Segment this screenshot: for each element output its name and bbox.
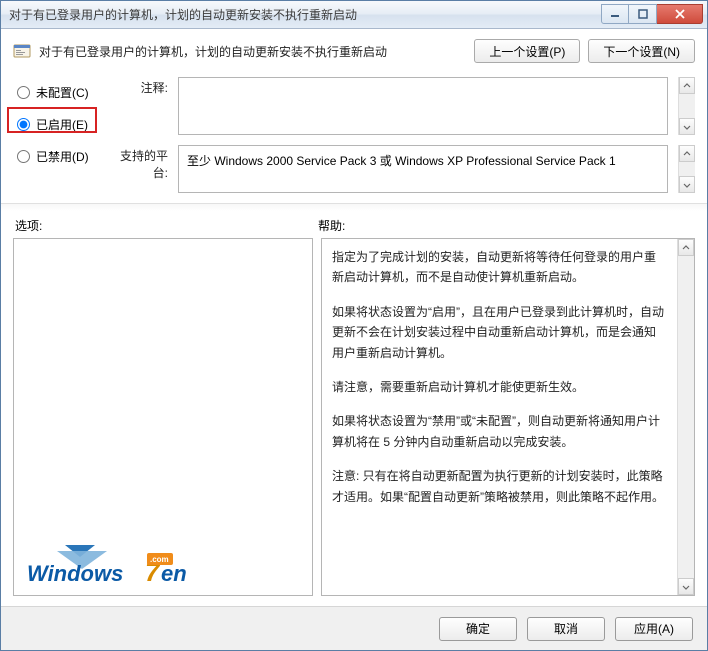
window-controls [601,4,703,24]
radio-disabled[interactable]: 已禁用(D) [17,145,108,167]
platform-label: 支持的平台: [108,145,168,181]
panes-row: 指定为了完成计划的安装，自动更新将等待任何登录的用户重新启动计算机，而不是自动使… [13,238,695,596]
apply-button[interactable]: 应用(A) [615,617,693,641]
minimize-button[interactable] [601,4,629,24]
scroll-up-button[interactable] [678,239,694,256]
help-paragraph: 如果将状态设置为“禁用”或“未配置”，则自动更新将通知用户计算机将在 5 分钟内… [332,411,667,452]
radio-disabled-label: 已禁用(D) [36,148,89,165]
help-body: 指定为了完成计划的安装，自动更新将等待任何登录的用户重新启动计算机，而不是自动使… [322,239,677,595]
prev-setting-button[interactable]: 上一个设置(P) [474,39,580,63]
scroll-down-button[interactable] [678,578,694,595]
radio-disabled-input[interactable] [17,150,30,163]
chevron-up-icon [683,150,691,158]
comment-row: 注释: [108,77,695,135]
panes-labels: 选项: 帮助: [13,217,695,234]
radio-not-configured-label: 未配置(C) [36,84,89,101]
next-setting-button[interactable]: 下一个设置(N) [588,39,695,63]
upper-section: 未配置(C) 已启用(E) 已禁用(D) 注释: [13,77,695,193]
platform-scrollbar[interactable] [678,145,695,193]
comment-scrollbar[interactable] [678,77,695,135]
ok-label: 确定 [466,620,490,637]
scroll-up-button[interactable] [679,77,695,94]
help-pane: 指定为了完成计划的安装，自动更新将等待任何登录的用户重新启动计算机，而不是自动使… [321,238,695,596]
close-icon [674,9,686,19]
ok-button[interactable]: 确定 [439,617,517,641]
scroll-track[interactable] [679,162,695,176]
cancel-button[interactable]: 取消 [527,617,605,641]
cancel-label: 取消 [554,620,578,637]
fields-section: 注释: 支持的平台: 至少 Windows 2000 Service Pack … [108,77,695,193]
next-setting-label: 下一个设置(N) [603,43,680,60]
titlebar: 对于有已登录用户的计算机，计划的自动更新安装不执行重新启动 [1,1,707,29]
help-paragraph: 如果将状态设置为“启用”，且在用户已登录到此计算机时，自动更新不会在计划安装过程… [332,302,667,363]
chevron-down-icon [683,123,691,131]
content-area: 对于有已登录用户的计算机，计划的自动更新安装不执行重新启动 上一个设置(P) 下… [1,29,707,606]
radio-not-configured-input[interactable] [17,86,30,99]
comment-label: 注释: [108,77,168,96]
radio-not-configured[interactable]: 未配置(C) [17,81,108,103]
platform-row: 支持的平台: 至少 Windows 2000 Service Pack 3 或 … [108,145,695,193]
close-button[interactable] [657,4,703,24]
chevron-down-icon [682,583,690,591]
radio-enabled-input[interactable] [17,118,30,131]
apply-label: 应用(A) [634,620,674,637]
options-pane [13,238,313,596]
radio-enabled-label: 已启用(E) [36,116,88,133]
minimize-icon [610,9,620,19]
comment-textarea[interactable] [178,77,668,135]
state-radio-group: 未配置(C) 已启用(E) 已禁用(D) [13,77,108,177]
platform-box: 至少 Windows 2000 Service Pack 3 或 Windows… [178,145,668,193]
policy-icon [13,42,31,60]
help-paragraph: 注意: 只有在将自动更新配置为执行更新的计划安装时，此策略才适用。如果“配置自动… [332,466,667,507]
dialog-window: 对于有已登录用户的计算机，计划的自动更新安装不执行重新启动 对于有已登录用户的计… [0,0,708,651]
scroll-track[interactable] [678,256,694,578]
help-paragraph: 指定为了完成计划的安装，自动更新将等待任何登录的用户重新启动计算机，而不是自动使… [332,247,667,288]
help-scrollbar[interactable] [677,239,694,595]
scroll-track[interactable] [679,94,695,118]
help-paragraph: 请注意，需要重新启动计算机才能使更新生效。 [332,377,667,397]
maximize-icon [638,9,648,19]
scroll-down-button[interactable] [679,176,695,193]
options-label: 选项: [13,217,318,234]
section-divider [1,203,707,211]
scroll-up-button[interactable] [679,145,695,162]
chevron-down-icon [683,181,691,189]
chevron-up-icon [682,244,690,252]
options-body [14,239,312,595]
policy-title: 对于有已登录用户的计算机，计划的自动更新安装不执行重新启动 [39,43,466,60]
prev-setting-label: 上一个设置(P) [489,43,565,60]
maximize-button[interactable] [629,4,657,24]
radio-enabled[interactable]: 已启用(E) [17,113,108,135]
titlebar-text: 对于有已登录用户的计算机，计划的自动更新安装不执行重新启动 [9,6,601,23]
scroll-down-button[interactable] [679,118,695,135]
dialog-footer: 确定 取消 应用(A) [1,606,707,650]
help-label: 帮助: [318,217,345,234]
header-row: 对于有已登录用户的计算机，计划的自动更新安装不执行重新启动 上一个设置(P) 下… [13,39,695,63]
chevron-up-icon [683,82,691,90]
platform-text: 至少 Windows 2000 Service Pack 3 或 Windows… [187,152,659,169]
